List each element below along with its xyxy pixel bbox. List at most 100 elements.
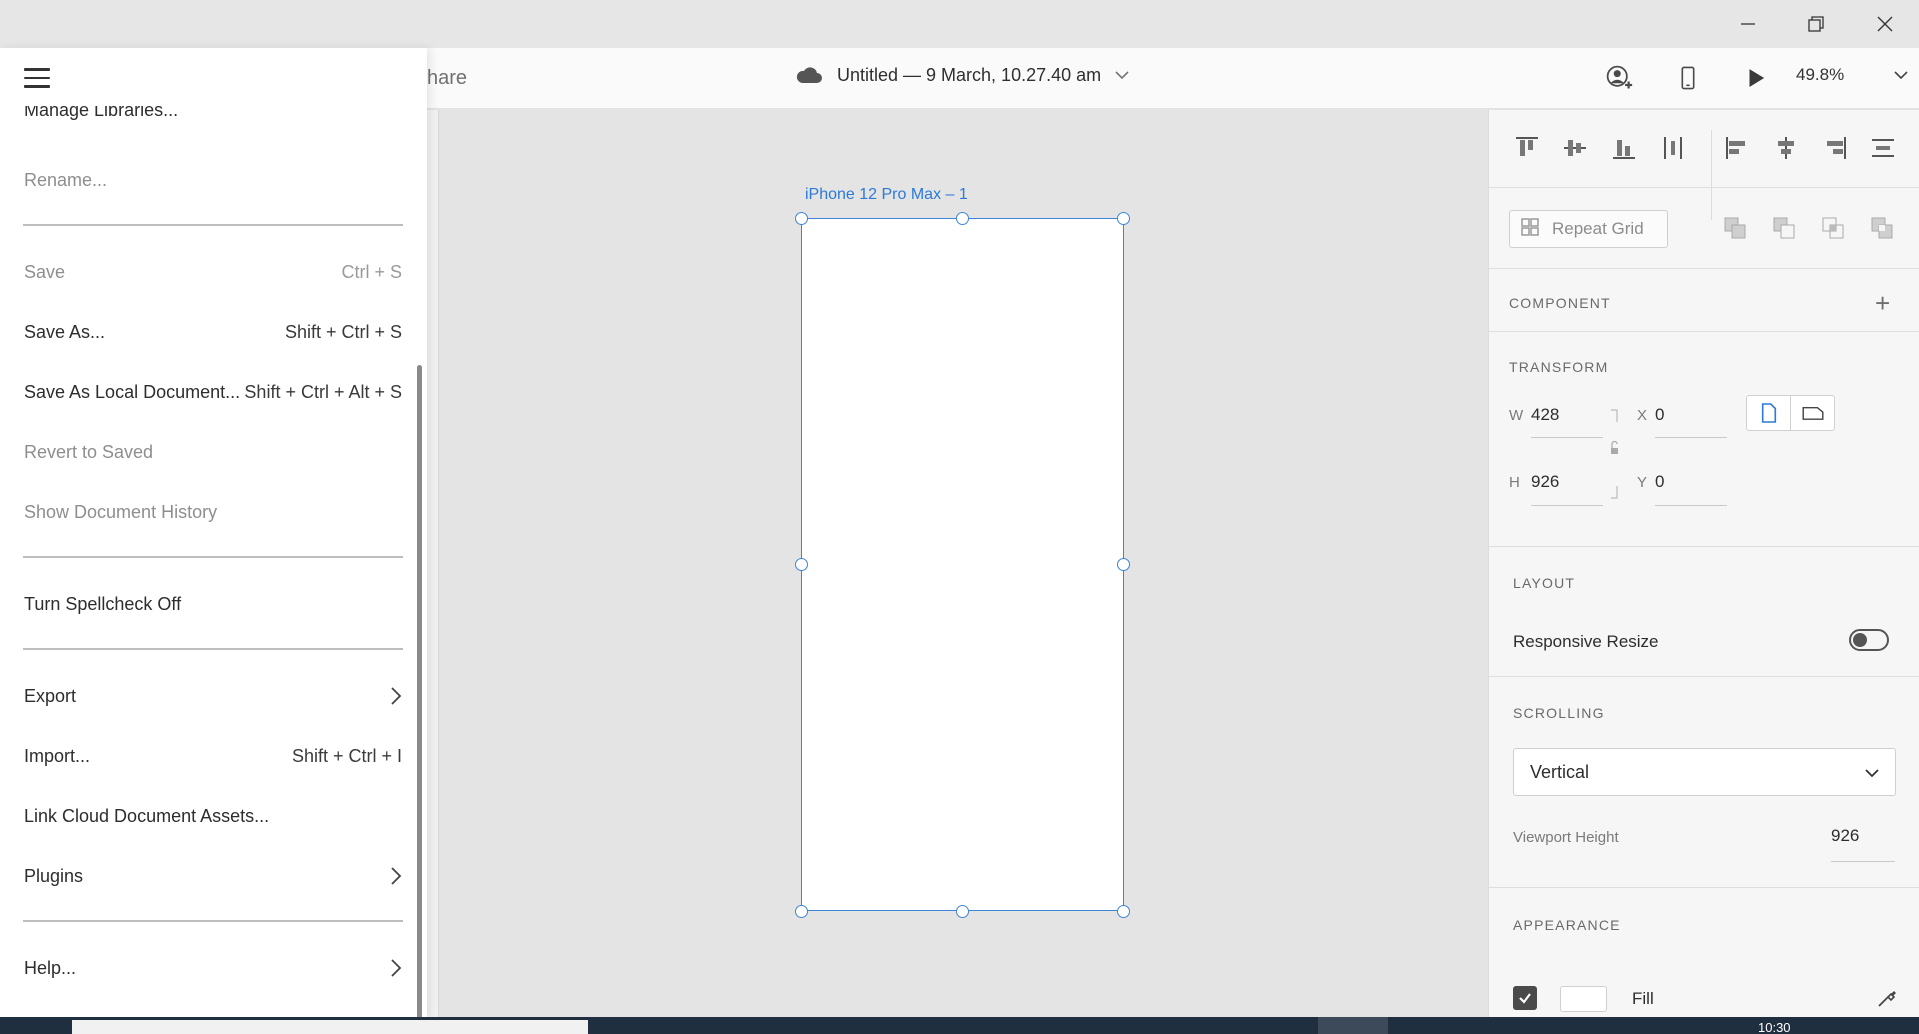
menu-scrollbar[interactable]: [417, 365, 422, 1018]
scrolling-select[interactable]: Vertical: [1513, 748, 1896, 796]
chevron-down-icon: [1865, 762, 1879, 783]
zoom-value: 49.8%: [1796, 65, 1845, 84]
restore-icon[interactable]: [1782, 0, 1850, 48]
resize-handle-right[interactable]: [1117, 558, 1130, 571]
menu-item-shortcut: Shift + Ctrl + Alt + S: [244, 381, 402, 402]
y-underline: [1655, 505, 1727, 506]
menu-item-manage-libraries[interactable]: Manage Libraries...: [24, 106, 178, 122]
width-label: W: [1509, 407, 1524, 424]
width-input[interactable]: 428: [1531, 405, 1559, 425]
menu-item-help[interactable]: Help...: [24, 953, 402, 983]
menu-item-import[interactable]: Import... Shift + Ctrl + I: [24, 741, 402, 771]
height-input[interactable]: 926: [1531, 472, 1559, 492]
resize-handle-top-right[interactable]: [1117, 212, 1130, 225]
taskbar-active-app[interactable]: [1318, 1017, 1388, 1034]
align-right-icon[interactable]: [1821, 134, 1849, 162]
menu-item-label: Rename...: [24, 169, 108, 190]
distribute-horizontal-icon[interactable]: [1659, 134, 1687, 162]
close-icon[interactable]: [1851, 0, 1919, 48]
chevron-right-icon: [390, 866, 402, 886]
y-label: Y: [1637, 474, 1648, 491]
minimize-icon[interactable]: [1714, 0, 1782, 48]
align-left-icon[interactable]: [1723, 134, 1751, 162]
landscape-icon[interactable]: [1791, 396, 1834, 430]
menu-item-save[interactable]: Save Ctrl + S: [24, 257, 402, 287]
boolean-exclude-icon[interactable]: [1868, 214, 1896, 242]
repeat-grid-button[interactable]: Repeat Grid: [1509, 210, 1668, 248]
menu-item-history[interactable]: Show Document History: [24, 497, 402, 527]
fill-checkbox[interactable]: [1513, 986, 1537, 1010]
device-preview-icon[interactable]: [1672, 62, 1704, 94]
add-component-icon[interactable]: +: [1875, 290, 1890, 316]
resize-handle-top-left[interactable]: [795, 212, 808, 225]
menu-item-shortcut: Shift + Ctrl + S: [284, 321, 402, 342]
menu-item-rename[interactable]: Rename...: [24, 165, 402, 195]
viewport-height-input[interactable]: 926: [1831, 826, 1859, 846]
fill-color-swatch[interactable]: [1560, 986, 1607, 1012]
viewport-height-label: Viewport Height: [1513, 829, 1619, 846]
menu-item-shortcut: Ctrl + S: [341, 261, 402, 282]
resize-handle-bottom-left[interactable]: [795, 905, 808, 918]
menu-item-revert[interactable]: Revert to Saved: [24, 437, 402, 467]
responsive-resize-label: Responsive Resize: [1513, 632, 1659, 651]
component-section-title: COMPONENT: [1509, 295, 1611, 311]
menu-item-shortcut: Shift + Ctrl + I: [291, 745, 402, 766]
orientation-toggle: [1746, 395, 1835, 431]
repeat-grid-label: Repeat Grid: [1552, 219, 1644, 238]
menu-item-save-local[interactable]: Save As Local Document... Shift + Ctrl +…: [24, 377, 402, 407]
x-input[interactable]: 0: [1655, 405, 1664, 425]
invite-user-icon[interactable]: [1603, 62, 1635, 94]
layout-section-title: LAYOUT: [1513, 575, 1576, 591]
menu-item-save-as[interactable]: Save As... Shift + Ctrl + S: [24, 317, 402, 347]
lock-aspect-icon[interactable]: [1609, 408, 1619, 500]
boolean-add-icon[interactable]: [1721, 214, 1749, 242]
resize-handle-bottom[interactable]: [956, 905, 969, 918]
align-top-icon[interactable]: [1513, 134, 1541, 162]
scrolling-section-title: SCROLLING: [1513, 705, 1605, 721]
menu-item-label: Save As...: [24, 321, 106, 342]
chevron-down-icon: [1894, 65, 1908, 85]
boolean-intersect-icon[interactable]: [1819, 214, 1847, 242]
align-middle-icon[interactable]: [1561, 134, 1589, 162]
zoom-select[interactable]: 49.8%: [1796, 65, 1908, 85]
menu-item-spellcheck[interactable]: Turn Spellcheck Off: [24, 589, 402, 619]
chevron-down-icon[interactable]: [1115, 70, 1129, 80]
menu-separator: [23, 920, 403, 922]
menu-item-label: Save: [24, 261, 66, 282]
resize-handle-left[interactable]: [795, 558, 808, 571]
document-title[interactable]: Untitled — 9 March, 10.27.40 am: [795, 64, 1129, 86]
menu-item-label: Export: [24, 685, 77, 706]
menu-item-link-assets[interactable]: Link Cloud Document Assets...: [24, 801, 402, 831]
align-bottom-icon[interactable]: [1610, 134, 1638, 162]
distribute-vertical-icon[interactable]: [1869, 134, 1897, 162]
share-tab[interactable]: hare: [427, 67, 467, 90]
y-input[interactable]: 0: [1655, 472, 1664, 492]
toolbar-divider: [1711, 130, 1712, 220]
grid-icon: [1520, 217, 1540, 242]
document-title-text: Untitled — 9 March, 10.27.40 am: [837, 64, 1102, 85]
menu-item-label: Link Cloud Document Assets...: [24, 805, 270, 826]
align-center-icon[interactable]: [1772, 134, 1800, 162]
artboard-label[interactable]: iPhone 12 Pro Max – 1: [805, 186, 968, 204]
boolean-subtract-icon[interactable]: [1770, 214, 1798, 242]
menu-item-label: Show Document History: [24, 501, 218, 522]
resize-handle-top[interactable]: [956, 212, 969, 225]
resize-handle-bottom-right[interactable]: [1117, 905, 1130, 918]
cloud-icon: [795, 64, 823, 86]
divider: [1489, 331, 1919, 332]
menu-separator: [23, 648, 403, 650]
taskbar-search[interactable]: [72, 1020, 588, 1034]
responsive-resize-toggle[interactable]: [1849, 629, 1889, 651]
eyedropper-icon[interactable]: [1875, 986, 1899, 1010]
x-underline: [1655, 437, 1727, 438]
artboard[interactable]: [801, 218, 1124, 911]
play-preview-icon[interactable]: [1740, 62, 1772, 94]
menu-item-export[interactable]: Export: [24, 681, 402, 711]
portrait-icon[interactable]: [1747, 396, 1791, 430]
fill-label: Fill: [1632, 989, 1654, 1008]
menu-item-label: Import...: [24, 745, 91, 766]
hamburger-menu-icon[interactable]: [24, 68, 50, 88]
chevron-right-icon: [390, 686, 402, 706]
menu-item-plugins[interactable]: Plugins: [24, 861, 402, 891]
divider: [1489, 676, 1919, 677]
